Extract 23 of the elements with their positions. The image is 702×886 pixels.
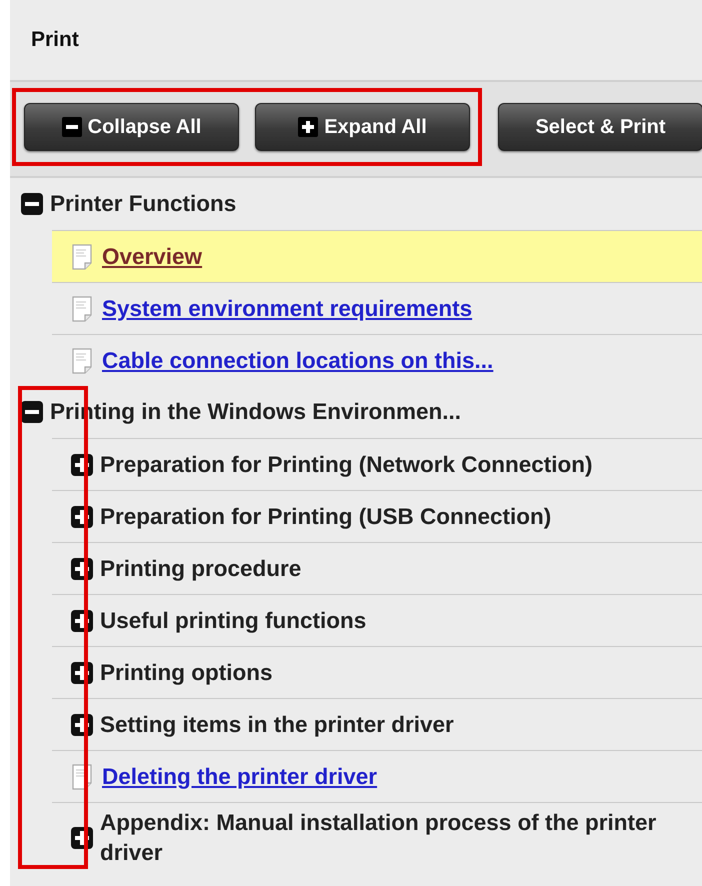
expand-all-button[interactable]: Expand All bbox=[255, 103, 470, 151]
minus-box-icon[interactable] bbox=[20, 400, 44, 424]
collapse-all-button[interactable]: Collapse All bbox=[24, 103, 239, 151]
select-print-button[interactable]: Select & Print bbox=[498, 103, 702, 151]
topic-link[interactable]: Deleting the printer driver bbox=[102, 764, 378, 790]
minus-icon bbox=[62, 117, 82, 137]
plus-icon bbox=[298, 117, 318, 137]
tree-item[interactable]: Preparation for Printing (Network Connection) bbox=[100, 444, 593, 484]
tree-item[interactable]: Useful printing functions bbox=[100, 600, 366, 640]
topic-link[interactable]: Cable connection locations on this... bbox=[102, 348, 494, 374]
document-icon bbox=[72, 296, 92, 322]
tree-item[interactable]: Appendix: Manual installation process of the printer driver bbox=[100, 803, 688, 873]
panel-title: Print bbox=[31, 28, 79, 52]
tree-item[interactable]: Printer Functions bbox=[50, 191, 236, 217]
tree-item[interactable]: Setting items in the printer driver bbox=[100, 704, 454, 744]
document-icon bbox=[72, 348, 92, 374]
topic-link[interactable]: Overview bbox=[102, 244, 202, 270]
tree-item[interactable]: Printing options bbox=[100, 652, 272, 692]
document-icon bbox=[72, 244, 92, 270]
topic-link[interactable]: System environment requirements bbox=[102, 296, 472, 322]
tree-item[interactable]: Printing procedure bbox=[100, 548, 302, 588]
minus-box-icon[interactable] bbox=[20, 192, 44, 216]
tree-item[interactable]: Preparation for Printing (USB Connection) bbox=[100, 496, 552, 536]
